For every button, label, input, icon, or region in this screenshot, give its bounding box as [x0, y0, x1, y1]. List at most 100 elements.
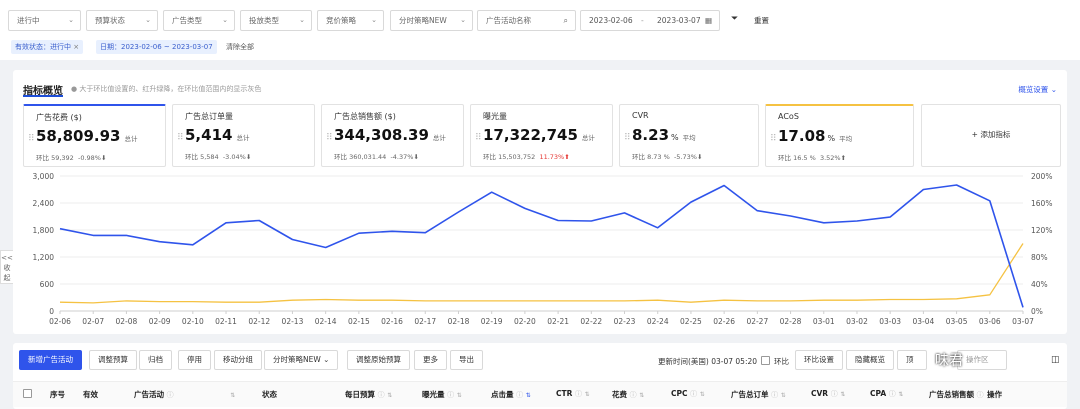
metric-card-impressions[interactable]: ⠿ 曝光量 17,322,745 总计 环比 15,503,752 11.73%⬆ — [470, 104, 613, 167]
dayparting-select[interactable]: 分时策略NEW ⌄ — [390, 10, 473, 31]
watermark-logo: 味君 — [935, 353, 963, 369]
sort-desc-icon[interactable]: ⇅ — [526, 392, 531, 399]
metric-unit: % — [827, 134, 836, 143]
metric-value: 344,308.39 总计 — [334, 126, 446, 144]
archive-button[interactable]: 归档 — [139, 350, 172, 370]
pause-button[interactable]: 停用 — [178, 350, 211, 370]
col-total-orders[interactable]: 广告总订单 ⓘ ⇅ — [731, 389, 786, 400]
sort-icon[interactable]: ⇅ — [639, 392, 644, 399]
sort-icon[interactable]: ⇅ — [387, 392, 392, 399]
arrow-down-icon: ⬇ — [413, 153, 419, 161]
hide-overview-button[interactable]: 隐藏概览 — [846, 350, 894, 370]
bid-strategy-select[interactable]: 竞价策略 ⌄ — [317, 10, 384, 31]
col-cvr[interactable]: CVR ⓘ ⇅ — [811, 389, 845, 399]
drag-handle-icon[interactable]: ⠿ — [770, 134, 777, 144]
metric-value: 8.23% 平均 — [632, 126, 696, 144]
col-ctr[interactable]: CTR ⓘ ⇅ — [556, 389, 590, 399]
col-clicks[interactable]: 点击量 ⓘ ⇅ — [491, 389, 531, 400]
arrow-up-icon: ⬆ — [840, 154, 847, 162]
col-campaign[interactable]: 广告活动 ⓘ ⇅ — [134, 389, 235, 400]
y-right-tick-label: 80% — [1031, 253, 1048, 262]
partial-button[interactable]: 顶 — [897, 350, 927, 370]
x-tick-label: 02-15 — [348, 317, 370, 326]
info-icon: ⓘ — [447, 391, 455, 399]
cmp-pct: -0.98% — [77, 154, 101, 162]
drag-handle-icon[interactable]: ⠿ — [28, 134, 35, 144]
filter-icon[interactable]: ⏷ — [731, 14, 738, 24]
campaign-search-input[interactable]: 广告活动名称 ⌕ — [477, 10, 576, 31]
add-metric-card[interactable]: + 添加指标 — [921, 104, 1061, 167]
collapse-side-tab[interactable]: << 收起 — [0, 250, 14, 284]
x-tick-label: 03-04 — [912, 317, 934, 326]
close-icon[interactable]: × — [73, 43, 79, 51]
partial-button-2[interactable]: 操作区 — [957, 350, 1007, 370]
clear-all-link[interactable]: 清除全部 — [226, 40, 254, 54]
cmp-label: 环比 — [632, 153, 645, 161]
sort-icon[interactable]: ⇅ — [230, 392, 235, 399]
col-cpa[interactable]: CPA ⓘ ⇅ — [870, 389, 903, 399]
chevron-down-icon: ⌄ — [145, 16, 151, 24]
drag-handle-icon[interactable]: ⠿ — [624, 133, 631, 143]
overview-settings-label: 概览设置 — [1018, 85, 1049, 94]
metric-card-acos[interactable]: ⠿ ACoS 17.08% 平均 环比 16.5 % 3.52%⬆ — [765, 104, 914, 167]
sort-icon[interactable]: ⇅ — [840, 391, 845, 398]
col-impressions[interactable]: 曝光量 ⓘ ⇅ — [422, 389, 462, 400]
cmp-value: 59,392 — [51, 154, 74, 162]
sort-icon[interactable]: ⇅ — [700, 391, 705, 398]
more-button[interactable]: 更多 — [414, 350, 447, 370]
date-range-picker[interactable]: 2023-02-06 - 2023-03-07 ▦ — [580, 10, 720, 31]
column-settings-icon[interactable]: ◫ — [1051, 355, 1060, 365]
metric-value: 58,809.93 总计 — [36, 127, 137, 145]
sort-icon[interactable]: ⇅ — [898, 391, 903, 398]
col-daily-budget[interactable]: 每日预算 ⓘ ⇅ — [345, 389, 392, 400]
metric-unit: % — [671, 133, 679, 142]
overview-hint: ● 大于环比值设置的、红升绿降，在环比值范围内的显示灰色 — [71, 85, 262, 93]
mom-checkbox[interactable] — [761, 356, 770, 365]
col-total-sales-label: 广告总销售额 — [929, 390, 974, 399]
col-spend[interactable]: 花费 ⓘ ⇅ — [612, 389, 644, 400]
new-campaign-button[interactable]: 新增广告活动 — [19, 350, 82, 370]
x-tick-label: 02-27 — [746, 317, 768, 326]
metric-comparison: 环比 360,031.44 -4.37%⬇ — [334, 151, 419, 161]
x-tick-label: 03-07 — [1012, 317, 1034, 326]
drag-handle-icon[interactable]: ⠿ — [326, 133, 333, 143]
adjust-original-budget-button[interactable]: 调整原始预算 — [347, 350, 410, 370]
sort-icon[interactable]: ⇅ — [457, 392, 462, 399]
sort-icon[interactable]: ⇅ — [585, 391, 590, 398]
move-group-button[interactable]: 移动分组 — [214, 350, 262, 370]
delivery-type-select[interactable]: 投放类型 ⌄ — [240, 10, 312, 31]
x-tick-label: 02-24 — [647, 317, 669, 326]
dayparting-button[interactable]: 分时策略NEW ⌄ — [264, 350, 339, 370]
ad-type-label: 广告类型 — [172, 16, 202, 25]
drag-handle-icon[interactable]: ⠿ — [177, 133, 184, 143]
metric-card-ad-spend[interactable]: ⠿ 广告花费 ($) 58,809.93 总计 环比 59,392 -0.98%⬇ — [23, 104, 166, 167]
col-cpc[interactable]: CPC ⓘ ⇅ — [671, 389, 705, 399]
metric-card-total-orders[interactable]: ⠿ 广告总订单量 5,414 总计 环比 5,584 -3.04%⬇ — [172, 104, 315, 167]
budget-status-select[interactable]: 预算状态 ⌄ — [86, 10, 158, 31]
ad-type-select[interactable]: 广告类型 ⌄ — [163, 10, 235, 31]
metric-value: 5,414 总计 — [185, 126, 249, 144]
metric-summary: 总计 — [581, 134, 595, 142]
title-underline — [23, 95, 63, 97]
info-icon: ⓘ — [516, 391, 524, 399]
drag-handle-icon[interactable]: ⠿ — [475, 133, 482, 143]
reset-button[interactable]: 重置 — [754, 10, 769, 31]
chevron-down-icon: ⌄ — [299, 16, 305, 24]
mom-checkbox-label: 环比 — [774, 357, 789, 366]
col-total-sales[interactable]: 广告总销售额 ⓘ — [929, 389, 984, 400]
info-icon: ⓘ — [888, 390, 896, 398]
export-button[interactable]: 导出 — [450, 350, 483, 370]
overview-settings-link[interactable]: 概览设置 ⌄ — [1018, 84, 1057, 95]
info-icon: ⓘ — [629, 391, 637, 399]
status-select[interactable]: 进行中 ⌄ — [8, 10, 81, 31]
metric-card-cvr[interactable]: ⠿ CVR 8.23% 平均 环比 8.73 % -5.73%⬇ — [619, 104, 759, 167]
metric-summary: 总计 — [236, 134, 250, 142]
select-all-checkbox[interactable] — [23, 389, 32, 398]
metric-card-total-sales[interactable]: ⠿ 广告总销售额 ($) 344,308.39 总计 环比 360,031.44 … — [321, 104, 464, 167]
adjust-budget-button[interactable]: 调整预算 — [89, 350, 137, 370]
x-tick-label: 02-07 — [82, 317, 104, 326]
col-valid: 有效 — [83, 390, 98, 399]
sort-icon[interactable]: ⇅ — [781, 392, 786, 399]
x-tick-label: 03-05 — [946, 317, 968, 326]
mom-settings-button[interactable]: 环比设置 — [795, 350, 843, 370]
